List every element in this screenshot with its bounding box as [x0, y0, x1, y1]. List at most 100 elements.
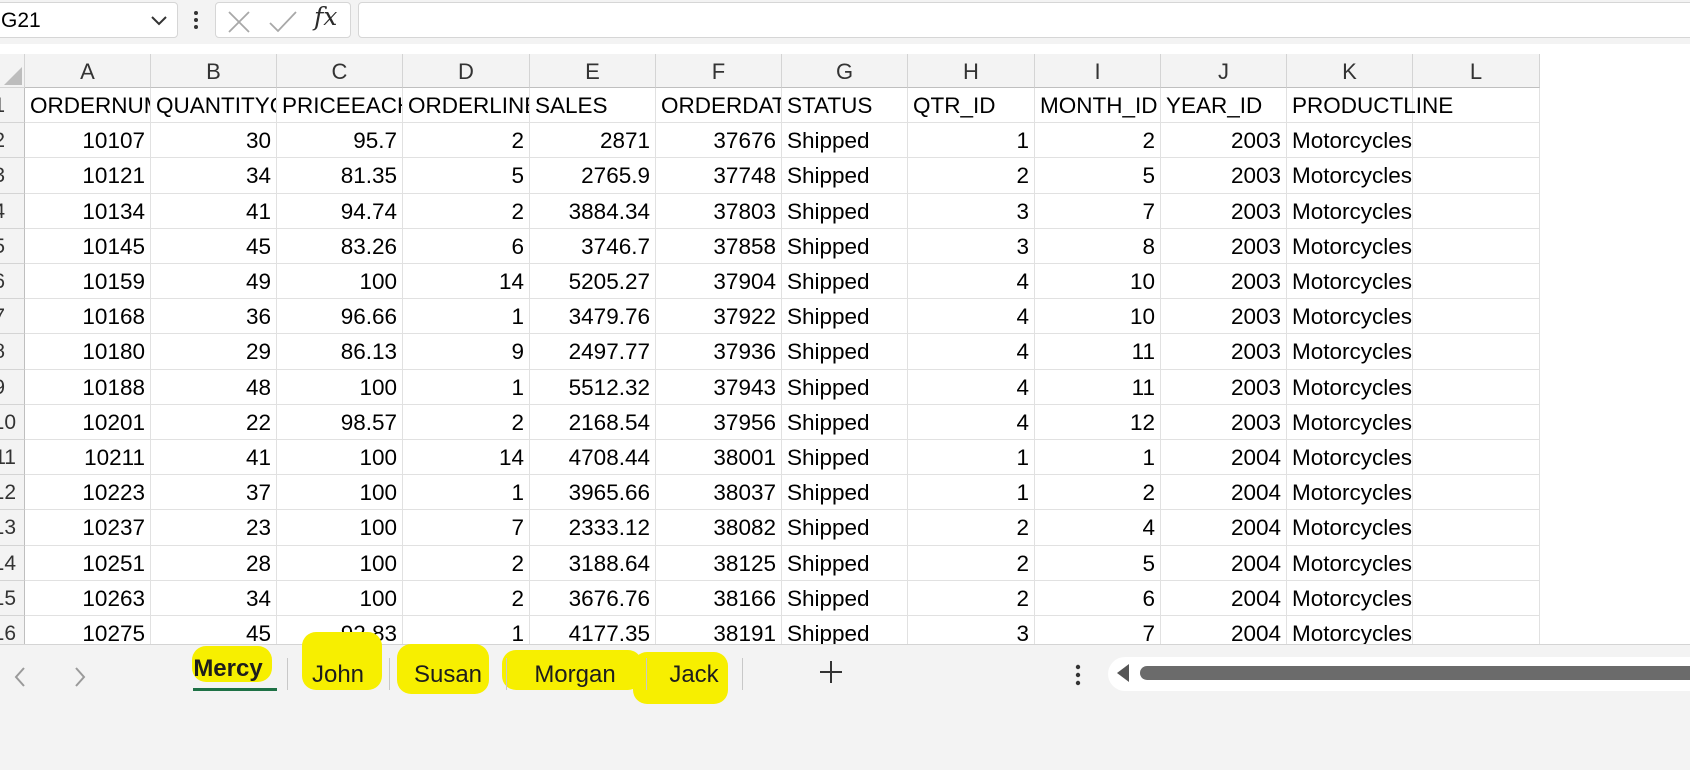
column-header-j[interactable]: J	[1161, 54, 1287, 88]
table-cell[interactable]: 37956	[656, 404, 782, 440]
table-cell[interactable]	[1413, 510, 1540, 546]
spreadsheet-grid[interactable]: ABCDEFGHIJKL1ORDERNUMBERQUANTITYORDEREDP…	[0, 54, 1690, 644]
table-cell[interactable]: 10159	[25, 264, 151, 300]
scrollbar-thumb[interactable]	[1140, 666, 1690, 680]
table-cell[interactable]: 28	[151, 545, 277, 581]
table-cell[interactable]: 10	[1035, 299, 1161, 335]
table-cell[interactable]: 14	[403, 264, 530, 300]
sheet-tab-susan[interactable]: Susan	[399, 653, 497, 697]
table-cell[interactable]: 2333.12	[530, 510, 656, 546]
table-cell[interactable]: 37	[151, 475, 277, 511]
column-header-k[interactable]: K	[1287, 54, 1413, 88]
row-header[interactable]: 7	[0, 299, 25, 335]
table-cell[interactable]: 100	[277, 580, 403, 616]
table-cell[interactable]: Shipped	[782, 299, 908, 335]
table-cell[interactable]: Motorcycles	[1287, 510, 1413, 546]
table-cell[interactable]: Shipped	[782, 369, 908, 405]
table-cell[interactable]: 3746.7	[530, 228, 656, 264]
table-cell[interactable]: Motorcycles	[1287, 440, 1413, 476]
table-cell[interactable]: 2003	[1161, 123, 1287, 159]
scroll-left-arrow-icon[interactable]	[1115, 662, 1131, 684]
row-header[interactable]: 6	[0, 264, 25, 300]
column-header-i[interactable]: I	[1035, 54, 1161, 88]
table-cell[interactable]: 2004	[1161, 616, 1287, 644]
table-cell[interactable]: 10121	[25, 158, 151, 194]
table-cell[interactable]: 34	[151, 158, 277, 194]
column-header-c[interactable]: C	[277, 54, 403, 88]
column-header-a[interactable]: A	[25, 54, 151, 88]
table-cell[interactable]: 37922	[656, 299, 782, 335]
header-cell[interactable]: STATUS	[782, 88, 908, 124]
table-cell[interactable]: 38037	[656, 475, 782, 511]
table-cell[interactable]: 10211	[25, 440, 151, 476]
table-cell[interactable]: 2	[908, 510, 1035, 546]
table-cell[interactable]: 94.74	[277, 193, 403, 229]
table-cell[interactable]: 2003	[1161, 334, 1287, 370]
table-cell[interactable]: Motorcycles	[1287, 580, 1413, 616]
table-cell[interactable]: 1	[908, 123, 1035, 159]
table-cell[interactable]: 100	[277, 369, 403, 405]
table-cell[interactable]: 2003	[1161, 228, 1287, 264]
table-cell[interactable]: Shipped	[782, 123, 908, 159]
table-cell[interactable]: 10263	[25, 580, 151, 616]
table-cell[interactable]: 2871	[530, 123, 656, 159]
table-cell[interactable]: Shipped	[782, 475, 908, 511]
table-cell[interactable]: 45	[151, 616, 277, 644]
table-cell[interactable]	[1413, 158, 1540, 194]
table-cell[interactable]: 1	[1035, 440, 1161, 476]
table-cell[interactable]: 2004	[1161, 510, 1287, 546]
table-cell[interactable]: 22	[151, 404, 277, 440]
table-cell[interactable]: 1	[403, 475, 530, 511]
table-cell[interactable]: 10145	[25, 228, 151, 264]
table-cell[interactable]: 2003	[1161, 404, 1287, 440]
table-cell[interactable]: 4	[1035, 510, 1161, 546]
name-box-value[interactable]: G21	[1, 9, 41, 33]
table-cell[interactable]: 100	[277, 545, 403, 581]
table-cell[interactable]: 3	[908, 193, 1035, 229]
table-cell[interactable]: 2	[403, 404, 530, 440]
table-cell[interactable]: 4177.35	[530, 616, 656, 644]
table-cell[interactable]: Motorcycles	[1287, 123, 1413, 159]
table-cell[interactable]: 81.35	[277, 158, 403, 194]
sheet-tab-jack[interactable]: Jack	[650, 653, 738, 697]
table-cell[interactable]: 1	[908, 475, 1035, 511]
row-header[interactable]: 11	[0, 440, 25, 476]
table-cell[interactable]: 37936	[656, 334, 782, 370]
table-cell[interactable]: 2003	[1161, 193, 1287, 229]
scroll-right-icon[interactable]	[72, 665, 88, 689]
table-cell[interactable]: Shipped	[782, 580, 908, 616]
table-cell[interactable]	[1413, 123, 1540, 159]
table-cell[interactable]	[1413, 264, 1540, 300]
table-cell[interactable]: 37676	[656, 123, 782, 159]
table-cell[interactable]: Motorcycles	[1287, 369, 1413, 405]
sheet-tab-morgan[interactable]: Morgan	[512, 653, 638, 697]
table-cell[interactable]: 45	[151, 228, 277, 264]
table-cell[interactable]: 8	[1035, 228, 1161, 264]
table-cell[interactable]	[1413, 334, 1540, 370]
table-cell[interactable]: 4	[908, 369, 1035, 405]
table-cell[interactable]: 1	[403, 369, 530, 405]
table-cell[interactable]: 12	[1035, 404, 1161, 440]
table-cell[interactable]: 95.7	[277, 123, 403, 159]
table-cell[interactable]: 96.66	[277, 299, 403, 335]
table-cell[interactable]: 2	[908, 545, 1035, 581]
row-header[interactable]: 3	[0, 158, 25, 194]
table-cell[interactable]	[1413, 404, 1540, 440]
table-cell[interactable]: Shipped	[782, 228, 908, 264]
row-header[interactable]: 16	[0, 616, 25, 644]
confirm-icon[interactable]	[268, 9, 298, 35]
table-cell[interactable]: 14	[403, 440, 530, 476]
table-cell[interactable]: 10201	[25, 404, 151, 440]
row-header[interactable]: 5	[0, 228, 25, 264]
row-header[interactable]: 15	[0, 580, 25, 616]
table-cell[interactable]: 2	[403, 545, 530, 581]
table-cell[interactable]: 37803	[656, 193, 782, 229]
table-cell[interactable]: 10	[1035, 264, 1161, 300]
table-cell[interactable]	[1413, 228, 1540, 264]
table-cell[interactable]: Shipped	[782, 334, 908, 370]
column-header-h[interactable]: H	[908, 54, 1035, 88]
table-cell[interactable]: 2	[403, 193, 530, 229]
table-cell[interactable]: 49	[151, 264, 277, 300]
table-cell[interactable]: 1	[403, 616, 530, 644]
table-cell[interactable]: 1	[908, 440, 1035, 476]
